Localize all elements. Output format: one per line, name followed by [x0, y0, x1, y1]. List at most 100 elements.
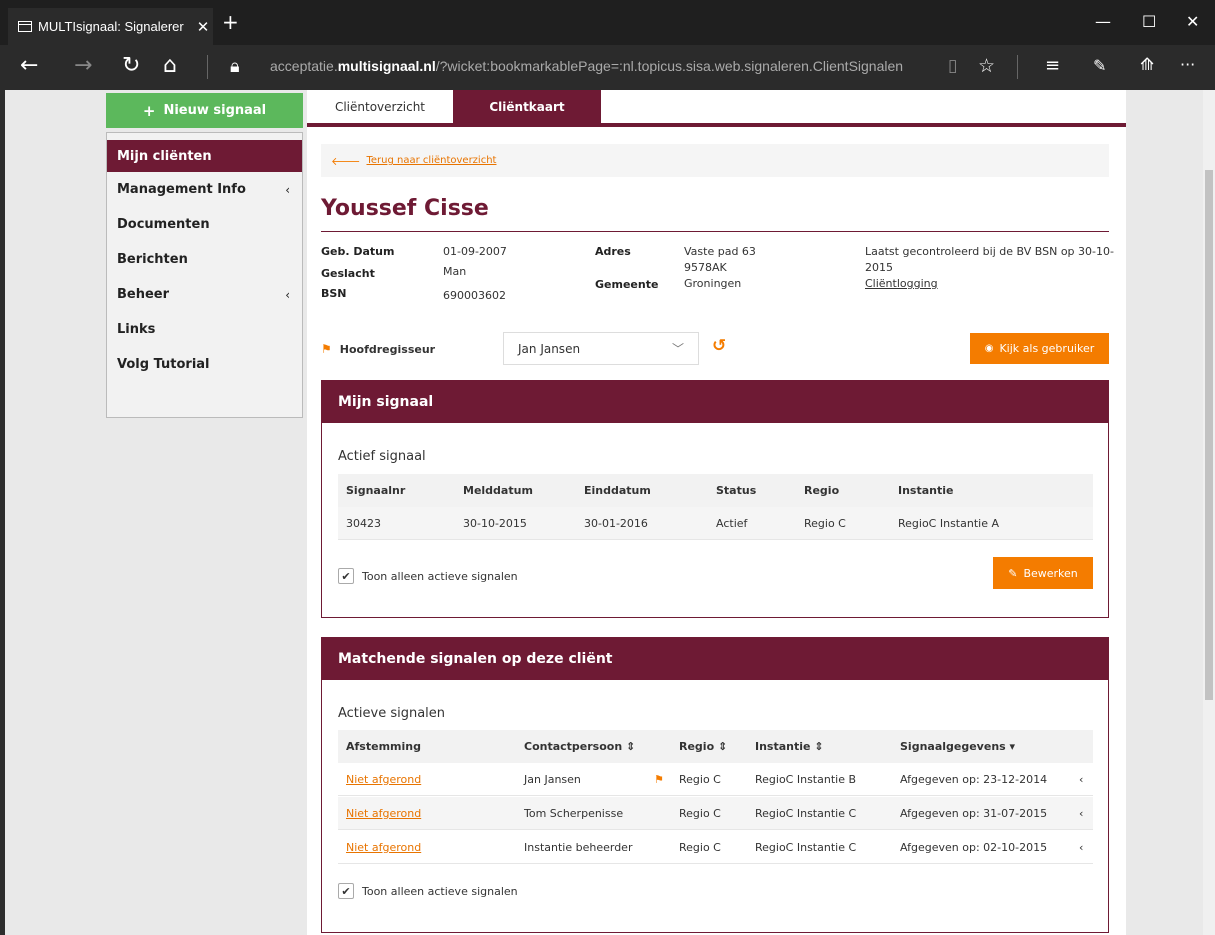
- table-cell: RegioC Instantie C: [755, 807, 857, 820]
- column-header[interactable]: Signaalnr: [346, 474, 405, 507]
- tab-client-overview[interactable]: Cliëntoverzicht: [307, 90, 453, 123]
- web-note-icon[interactable]: ✎: [1093, 56, 1106, 75]
- table-header: Afstemming Contactpersoon ⇕ Regio ⇕ Inst…: [338, 730, 1093, 763]
- active-only-checkbox[interactable]: ✔: [338, 568, 354, 584]
- gender-label: Geslacht: [321, 267, 375, 280]
- director-select[interactable]: Jan Jansen ﹀: [503, 332, 699, 365]
- main-content: Cliëntoverzicht Cliëntkaart 🡐 Terug naar…: [307, 90, 1126, 935]
- page-viewport: + Nieuw signaal Mijn cliënten Management…: [0, 90, 1215, 935]
- page-scrollbar[interactable]: [1203, 90, 1215, 935]
- sidebar-item-management-info[interactable]: Management Info ‹: [107, 172, 302, 207]
- forward-icon[interactable]: →: [74, 53, 92, 78]
- sidebar-item-mijn-clienten[interactable]: Mijn cliënten: [107, 140, 302, 172]
- table-cell: RegioC Instantie B: [755, 773, 857, 786]
- my-signal-panel: Mijn signaal Actief signaal Signaalnr Me…: [321, 380, 1109, 618]
- bsn-check-line2: 2015: [865, 261, 893, 274]
- sidebar-item-label: Mijn cliënten: [117, 148, 212, 164]
- sidebar-item-berichten[interactable]: Berichten: [107, 242, 302, 277]
- tab-client-card[interactable]: Cliëntkaart: [453, 90, 601, 123]
- column-header[interactable]: Einddatum: [584, 474, 651, 507]
- afstemming-link[interactable]: Niet afgerond: [346, 763, 421, 796]
- table-row[interactable]: Niet afgerond Tom Scherpenisse Regio C R…: [338, 797, 1093, 830]
- client-logging-link[interactable]: Cliëntlogging: [865, 276, 938, 292]
- table-row[interactable]: Niet afgerond Jan Jansen ⚑ Regio C Regio…: [338, 763, 1093, 796]
- new-tab-icon[interactable]: +: [222, 10, 239, 34]
- director-label: Hoofdregisseur: [339, 342, 436, 356]
- active-only-checkbox[interactable]: ✔: [338, 883, 354, 899]
- back-to-overview-link[interactable]: Terug naar cliëntoverzicht: [367, 155, 497, 166]
- close-icon[interactable]: ✕: [1186, 12, 1199, 31]
- table-cell: 30-01-2016: [584, 517, 648, 530]
- chevron-left-icon[interactable]: ‹: [1079, 797, 1083, 830]
- hub-icon[interactable]: ≡: [1045, 55, 1060, 76]
- sidebar-item-label: Management Info: [117, 182, 246, 197]
- refresh-icon[interactable]: ↻: [122, 53, 140, 78]
- active-only-checkbox-row: ✔ Toon alleen actieve signalen: [338, 883, 518, 899]
- more-icon[interactable]: ···: [1180, 55, 1195, 74]
- afstemming-link[interactable]: Niet afgerond: [346, 797, 421, 830]
- divider: [321, 231, 1109, 232]
- table-cell: RegioC Instantie A: [898, 517, 999, 530]
- table-cell: Regio C: [804, 517, 846, 530]
- table-cell: Instantie beheerder: [524, 841, 633, 854]
- minimize-icon[interactable]: —: [1095, 12, 1111, 31]
- afstemming-link[interactable]: Niet afgerond: [346, 831, 421, 864]
- table-cell: Regio C: [679, 841, 721, 854]
- column-header[interactable]: Instantie: [898, 474, 953, 507]
- column-header[interactable]: Status: [716, 474, 756, 507]
- table-cell: Jan Jansen: [524, 773, 581, 786]
- sidebar-item-volg-tutorial[interactable]: Volg Tutorial: [107, 347, 302, 382]
- scrollbar-thumb[interactable]: [1205, 170, 1213, 700]
- municipality-label: Gemeente: [595, 278, 659, 291]
- window-icon: [18, 21, 32, 32]
- column-header[interactable]: Afstemming: [346, 730, 421, 763]
- eye-icon: ◉: [984, 343, 994, 354]
- column-header[interactable]: Instantie ⇕: [755, 730, 824, 763]
- column-header[interactable]: Regio ⇕: [679, 730, 727, 763]
- url-path: /?wicket:bookmarkablePage=:nl.topicus.si…: [435, 58, 904, 74]
- director-selected-value: Jan Jansen: [518, 341, 581, 356]
- table-row[interactable]: Niet afgerond Instantie beheerder Regio …: [338, 831, 1093, 864]
- sidebar-item-beheer[interactable]: Beheer ‹: [107, 277, 302, 312]
- column-header[interactable]: Signaalgegevens ▾: [900, 730, 1015, 763]
- plus-icon: +: [142, 101, 156, 120]
- table-cell: Regio C: [679, 807, 721, 820]
- favorite-star-icon[interactable]: ☆: [978, 55, 995, 77]
- address-label: Adres: [595, 245, 631, 258]
- table-cell: 30423: [346, 517, 381, 530]
- gender-value: Man: [443, 265, 467, 278]
- chevron-left-icon[interactable]: ‹: [1079, 831, 1083, 864]
- table-cell: 30-10-2015: [463, 517, 527, 530]
- table-cell: Regio C: [679, 773, 721, 786]
- chevron-left-icon[interactable]: ‹: [1079, 763, 1083, 796]
- view-as-user-button[interactable]: ◉ Kijk als gebruiker: [970, 333, 1109, 364]
- share-icon[interactable]: ⟰: [1140, 55, 1154, 75]
- column-header[interactable]: Contactpersoon ⇕: [524, 730, 635, 763]
- panel-title: Matchende signalen op deze cliënt: [322, 638, 1108, 680]
- birthdate-label: Geb. Datum: [321, 245, 395, 258]
- column-header[interactable]: Regio: [804, 474, 839, 507]
- reset-icon[interactable]: ↺: [712, 336, 726, 356]
- active-only-checkbox-row: ✔ Toon alleen actieve signalen: [338, 568, 518, 584]
- new-signal-button[interactable]: + Nieuw signaal: [106, 93, 303, 128]
- reading-view-icon[interactable]: ▯: [948, 56, 957, 76]
- flag-icon: ⚑: [654, 773, 664, 786]
- table-row[interactable]: 30423 30-10-2015 30-01-2016 Actief Regio…: [338, 507, 1093, 540]
- edit-button[interactable]: ✎ Bewerken: [993, 557, 1093, 589]
- maximize-icon[interactable]: ☐: [1142, 12, 1156, 31]
- column-header[interactable]: Melddatum: [463, 474, 533, 507]
- address-bar[interactable]: acceptatie.multisignaal.nl/?wicket:bookm…: [270, 58, 903, 74]
- bsn-label: BSN: [321, 287, 347, 300]
- panel-subtitle: Actieve signalen: [338, 706, 446, 721]
- sidebar-item-links[interactable]: Links: [107, 312, 302, 347]
- flag-icon: ⚑: [321, 342, 332, 356]
- back-icon[interactable]: ←: [20, 53, 38, 78]
- address-line2: 9578AK: [684, 261, 727, 274]
- back-bar: 🡐 Terug naar cliëntoverzicht: [321, 144, 1109, 177]
- home-icon[interactable]: ⌂: [163, 53, 177, 78]
- browser-tab[interactable]: MULTIsignaal: Signalerer ✕: [8, 8, 213, 45]
- tab-close-icon[interactable]: ✕: [193, 18, 213, 36]
- window-left-edge: [0, 90, 5, 935]
- lock-icon: 🔒︎: [230, 56, 240, 77]
- sidebar-item-documenten[interactable]: Documenten: [107, 207, 302, 242]
